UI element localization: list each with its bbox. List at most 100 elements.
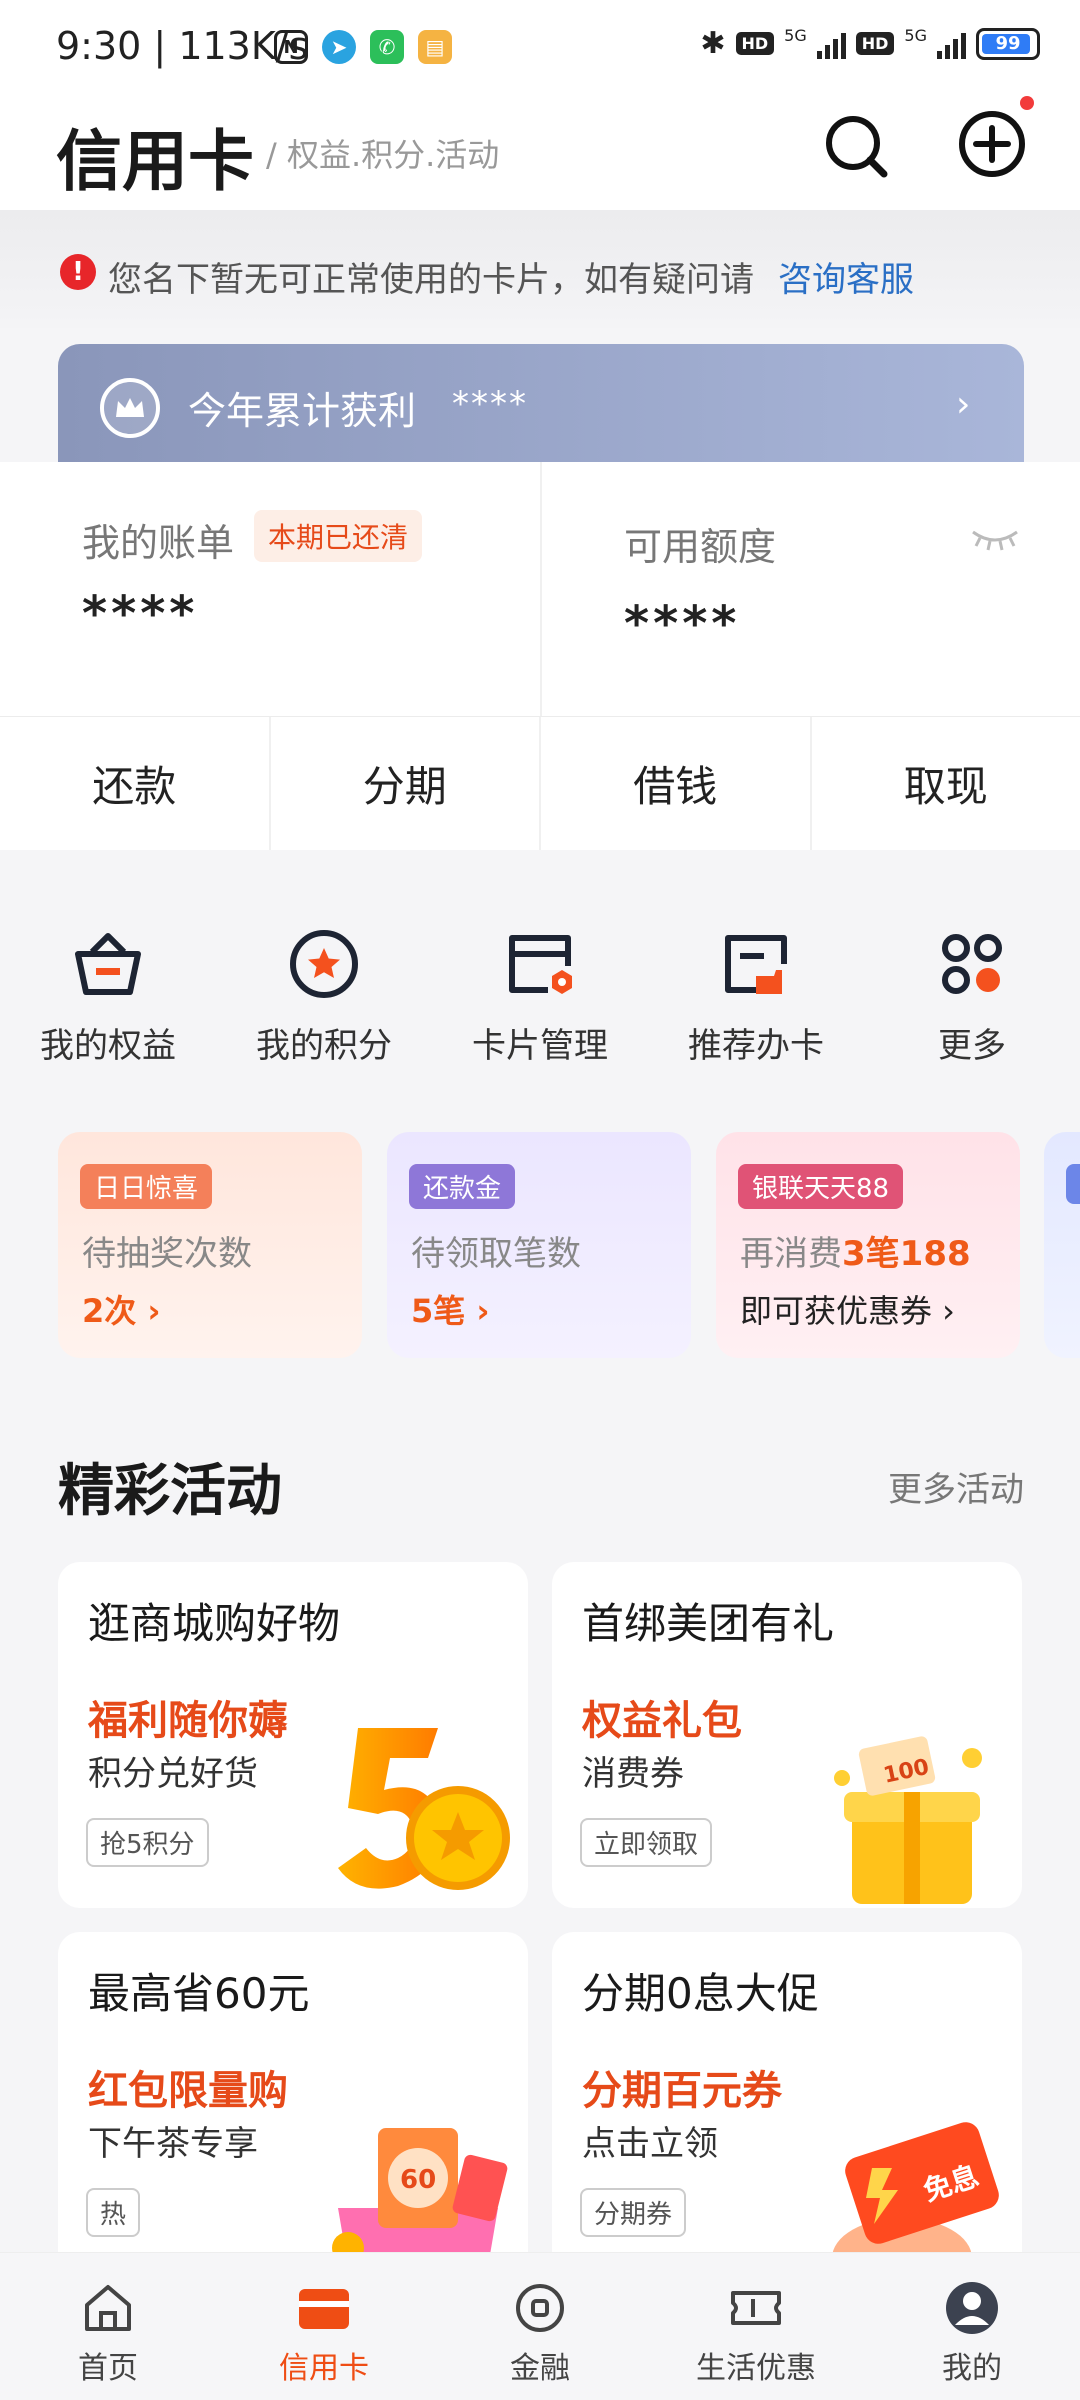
customer-service-link[interactable]: 咨询客服 — [778, 252, 914, 301]
account-divider — [540, 462, 542, 716]
status-app-icons: N ➤ ✆ ▤ — [274, 30, 452, 64]
bluetooth-icon: ✱ — [700, 26, 726, 61]
card-title: 逛商城购好物 — [88, 1599, 341, 1648]
card-highlight: 红包限量购 — [88, 2068, 288, 2114]
installment-button[interactable]: 分期 — [271, 717, 541, 850]
bottom-nav: 首页 信用卡 金融 生活优惠 我的 — [0, 2252, 1080, 2400]
quick-menu: 我的权益 我的积分 卡片管理 推荐办卡 更多 — [0, 872, 1080, 1072]
promo-value: 即可获优惠券 › — [740, 1292, 955, 1330]
card-subtitle: 消费券 — [582, 1754, 684, 1794]
add-icon[interactable] — [956, 108, 1028, 180]
page-subtitle: / 权益.积分.活动 — [266, 136, 500, 174]
promo-desc: 待领取笔数 — [411, 1234, 581, 1274]
menu-item-benefits[interactable]: 我的权益 — [0, 872, 216, 1072]
menu-item-card-manage[interactable]: 卡片管理 — [432, 872, 648, 1072]
card-subtitle: 点击立领 — [582, 2124, 718, 2164]
limit-value: **** — [624, 596, 741, 652]
action-bar: 还款 分期 借钱 取现 — [0, 716, 1080, 850]
cash-withdraw-button[interactable]: 取现 — [812, 717, 1080, 850]
notice-text: 您名下暂无可正常使用的卡片，如有疑问请 — [108, 260, 754, 300]
promo-tag — [1066, 1164, 1080, 1204]
notes-icon: ▤ — [418, 30, 452, 64]
activity-card-meituan[interactable]: 首绑美团有礼 权益礼包 消费券 立即领取 100 — [552, 1562, 1022, 1908]
basket-icon — [75, 933, 141, 995]
card-subtitle: 下午茶专享 — [88, 2124, 258, 2164]
activity-card-save60[interactable]: 最高省60元 红包限量购 下午茶专享 热 60 — [58, 1932, 528, 2278]
nav-item-credit-card[interactable]: 信用卡 — [216, 2253, 432, 2400]
activities-title: 精彩活动 — [58, 1459, 282, 1524]
nav-item-mine[interactable]: 我的 — [864, 2253, 1080, 2400]
card-tag[interactable]: 热 — [86, 2188, 141, 2237]
menu-item-more[interactable]: 更多 — [864, 872, 1080, 1072]
profit-value: **** — [452, 384, 528, 424]
promo-card-partial[interactable] — [1044, 1132, 1080, 1358]
menu-item-recommend-card[interactable]: 推荐办卡 — [648, 872, 864, 1072]
profile-icon — [946, 2282, 998, 2334]
status-time: 9:30 | 113K/s — [56, 24, 309, 68]
profit-label: 今年累计获利 — [188, 389, 417, 433]
chevron-right-icon: › — [956, 384, 971, 425]
page-header: 信用卡 / 权益.积分.活动 — [0, 92, 1080, 210]
card-tag[interactable]: 分期券 — [580, 2188, 687, 2237]
signal-icon-2 — [937, 29, 966, 59]
search-icon[interactable] — [822, 112, 890, 180]
bill-label[interactable]: 我的账单 — [82, 512, 234, 567]
card-highlight: 福利随你薅 — [88, 1698, 288, 1744]
activity-card-mall[interactable]: 逛商城购好物 福利随你薅 积分兑好货 抢5积分 — [58, 1562, 528, 1908]
signal-icon — [816, 29, 846, 59]
menu-item-points[interactable]: 我的积分 — [216, 872, 432, 1072]
home-icon — [85, 2285, 131, 2331]
more-grid-icon — [942, 934, 1002, 994]
card-highlight: 分期百元券 — [582, 2068, 782, 2114]
phone-icon: ✆ — [370, 30, 404, 64]
network-type: 5G — [784, 26, 807, 45]
nav-item-finance[interactable]: 金融 — [432, 2253, 648, 2400]
red-packet-text: 60 — [400, 2165, 436, 2195]
promo-desc: 待抽奖次数 — [82, 1234, 252, 1274]
more-activities-link[interactable]: 更多活动 — [888, 1462, 1024, 1511]
battery-icon: 99 — [976, 27, 1040, 60]
borrow-button[interactable]: 借钱 — [541, 717, 812, 850]
promo-tag: 日日惊喜 — [80, 1164, 213, 1209]
repay-button[interactable]: 还款 — [0, 717, 271, 850]
promo-card-repay-gold[interactable]: 还款金 待领取笔数 5笔 › — [387, 1132, 691, 1358]
hd-badge-2: HD — [855, 32, 895, 55]
crown-icon — [100, 378, 160, 438]
promo-desc: 再消费3笔188 — [740, 1234, 971, 1274]
card-title: 首绑美团有礼 — [582, 1599, 835, 1648]
nav-item-life[interactable]: 生活优惠 — [648, 2253, 864, 2400]
network-type-2: 5G — [904, 26, 927, 45]
gold-coin-five-illustration — [338, 1728, 510, 1890]
alert-icon: ! — [60, 254, 96, 290]
status-bar: 9:30 | 113K/s N ➤ ✆ ▤ ✱ HD 5G HD 5G 99 — [0, 0, 1080, 92]
telegram-icon: ➤ — [322, 30, 356, 64]
credit-card-icon — [299, 2289, 349, 2329]
card-subtitle: 积分兑好货 — [88, 1754, 258, 1794]
card-title: 分期0息大促 — [582, 1969, 819, 2018]
star-circle-icon — [290, 930, 358, 998]
promo-value: 5笔 › — [411, 1292, 490, 1330]
card-tag[interactable]: 抢5积分 — [86, 1818, 209, 1867]
notice-bar: ! 您名下暂无可正常使用的卡片，如有疑问请 咨询客服 — [0, 210, 1080, 328]
nfc-icon: N — [274, 30, 308, 64]
hd-badge: HD — [735, 32, 775, 55]
nav-item-home[interactable]: 首页 — [0, 2253, 216, 2400]
promo-tag: 银联天天88 — [738, 1164, 904, 1209]
card-title: 最高省60元 — [88, 1969, 310, 2018]
limit-label[interactable]: 可用额度 — [624, 516, 776, 571]
notification-dot — [1020, 96, 1034, 110]
activity-card-installment[interactable]: 分期0息大促 分期百元券 点击立领 分期券 免息 — [552, 1932, 1022, 2278]
card-tag[interactable]: 立即领取 — [580, 1818, 713, 1867]
card-manage-icon — [509, 935, 572, 994]
promo-card-lottery[interactable]: 日日惊喜 待抽奖次数 2次 › — [58, 1132, 362, 1358]
bill-value: **** — [82, 586, 199, 642]
promo-tag: 还款金 — [409, 1164, 516, 1209]
card-recommend-icon — [725, 935, 787, 994]
page-title: 信用卡 — [56, 123, 254, 200]
card-highlight: 权益礼包 — [582, 1698, 742, 1744]
promo-value: 2次 › — [82, 1292, 161, 1330]
bill-status-badge: 本期已还清 — [254, 510, 423, 562]
finance-icon — [516, 2284, 564, 2332]
eye-closed-icon[interactable] — [970, 526, 1020, 552]
promo-card-unionpay[interactable]: 银联天天88 再消费3笔188 即可获优惠券 › — [716, 1132, 1020, 1358]
